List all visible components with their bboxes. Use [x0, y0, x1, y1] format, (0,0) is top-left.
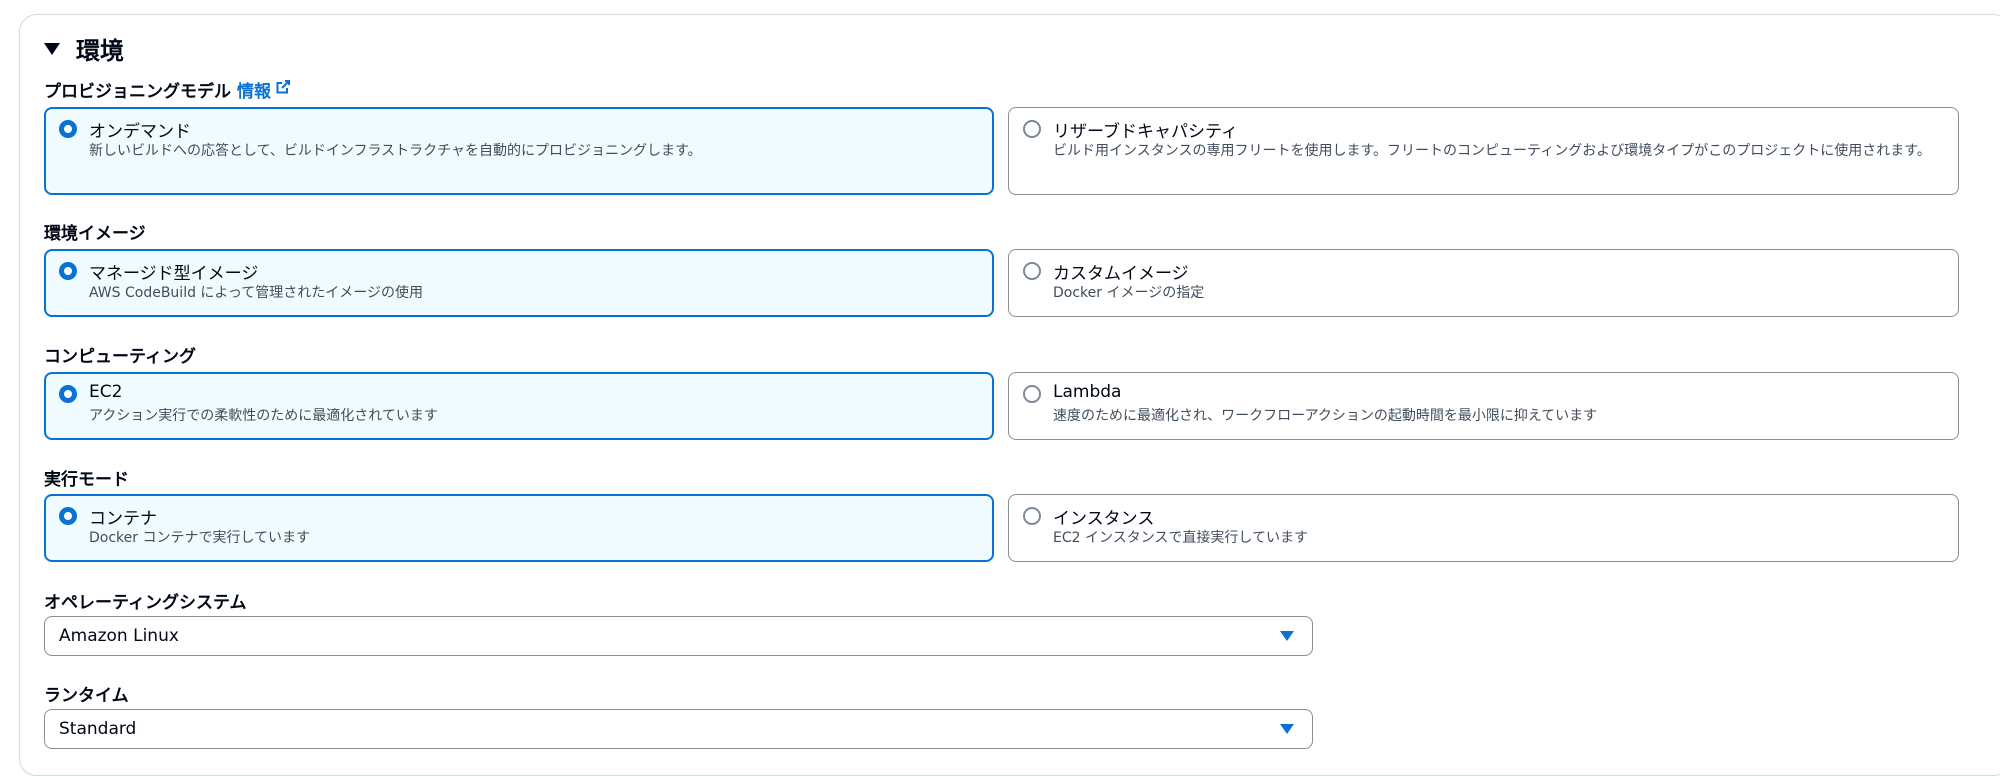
compute-label: コンピューティング — [44, 342, 196, 367]
provisioning-label-text: プロビジョニングモデル — [44, 82, 231, 102]
run-mode-label-text: 実行モード — [44, 470, 129, 490]
info-link[interactable]: 情報 — [237, 77, 291, 102]
tile-description: 速度のために最適化され、ワークフローアクションの起動時間を最小限に抑えています — [1053, 408, 1598, 424]
radio-reserved-capacity[interactable] — [1023, 120, 1041, 138]
tile-container[interactable]: コンテナ Docker コンテナで実行しています — [44, 494, 994, 562]
caret-down-icon — [1280, 631, 1294, 641]
tile-custom-image[interactable]: カスタムイメージ Docker イメージの指定 — [1008, 249, 1959, 317]
os-label: オペレーティングシステム — [44, 588, 246, 613]
tile-reserved-capacity[interactable]: リザーブドキャパシティ ビルド用インスタンスの専用フリートを使用します。フリート… — [1008, 107, 1959, 195]
tile-lambda[interactable]: Lambda 速度のために最適化され、ワークフローアクションの起動時間を最小限に… — [1008, 372, 1959, 440]
tile-instance[interactable]: インスタンス EC2 インスタンスで直接実行しています — [1008, 494, 1959, 562]
run-mode-label: 実行モード — [44, 465, 129, 490]
tile-description: Docker コンテナで実行しています — [89, 530, 311, 546]
tile-title: マネージド型イメージ — [89, 264, 259, 284]
os-select-value: Amazon Linux — [59, 626, 179, 646]
tile-description: 新しいビルドへの応答として、ビルドインフラストラクチャを自動的にプロビジョニング… — [89, 143, 702, 159]
tile-title: インスタンス — [1053, 509, 1155, 529]
tile-title: リザーブドキャパシティ — [1053, 122, 1238, 142]
tile-title: Lambda — [1053, 382, 1122, 402]
os-label-text: オペレーティングシステム — [44, 593, 247, 613]
radio-managed-image[interactable] — [59, 262, 77, 280]
tile-description: アクション実行での柔軟性のために最適化されています — [89, 408, 438, 424]
tile-description: AWS CodeBuild によって管理されたイメージの使用 — [89, 285, 424, 301]
env-image-label-text: 環境イメージ — [44, 224, 146, 244]
radio-container[interactable] — [59, 507, 77, 525]
tile-title: オンデマンド — [89, 122, 191, 142]
env-image-label: 環境イメージ — [44, 219, 146, 244]
external-link-icon — [275, 79, 291, 100]
tile-description: EC2 インスタンスで直接実行しています — [1053, 530, 1308, 546]
tile-title: EC2 — [89, 382, 123, 402]
runtime-label-text: ランタイム — [44, 686, 129, 706]
radio-custom-image[interactable] — [1023, 262, 1041, 280]
section-title: 環境 — [76, 36, 124, 65]
runtime-label: ランタイム — [44, 681, 129, 706]
compute-label-text: コンピューティング — [44, 347, 196, 367]
radio-instance[interactable] — [1023, 507, 1041, 525]
tile-description: Docker イメージの指定 — [1053, 285, 1205, 301]
section-toggle[interactable]: 環境 — [44, 30, 124, 66]
os-select[interactable]: Amazon Linux — [44, 616, 1313, 656]
tile-ec2[interactable]: EC2 アクション実行での柔軟性のために最適化されています — [44, 372, 994, 440]
info-link-text: 情報 — [237, 82, 271, 102]
tile-on-demand[interactable]: オンデマンド 新しいビルドへの応答として、ビルドインフラストラクチャを自動的にプ… — [44, 107, 994, 195]
caret-down-icon — [1280, 724, 1294, 734]
radio-lambda[interactable] — [1023, 385, 1041, 403]
tile-title: カスタムイメージ — [1053, 264, 1189, 284]
radio-on-demand[interactable] — [59, 120, 77, 138]
tile-title: コンテナ — [89, 509, 157, 529]
tile-description: ビルド用インスタンスの専用フリートを使用します。フリートのコンピューティングおよ… — [1053, 143, 1931, 159]
caret-down-icon — [44, 43, 60, 55]
runtime-select[interactable]: Standard — [44, 709, 1313, 749]
runtime-select-value: Standard — [59, 719, 137, 739]
radio-ec2[interactable] — [59, 385, 77, 403]
provisioning-label: プロビジョニングモデル 情報 — [44, 77, 291, 102]
tile-managed-image[interactable]: マネージド型イメージ AWS CodeBuild によって管理されたイメージの使… — [44, 249, 994, 317]
